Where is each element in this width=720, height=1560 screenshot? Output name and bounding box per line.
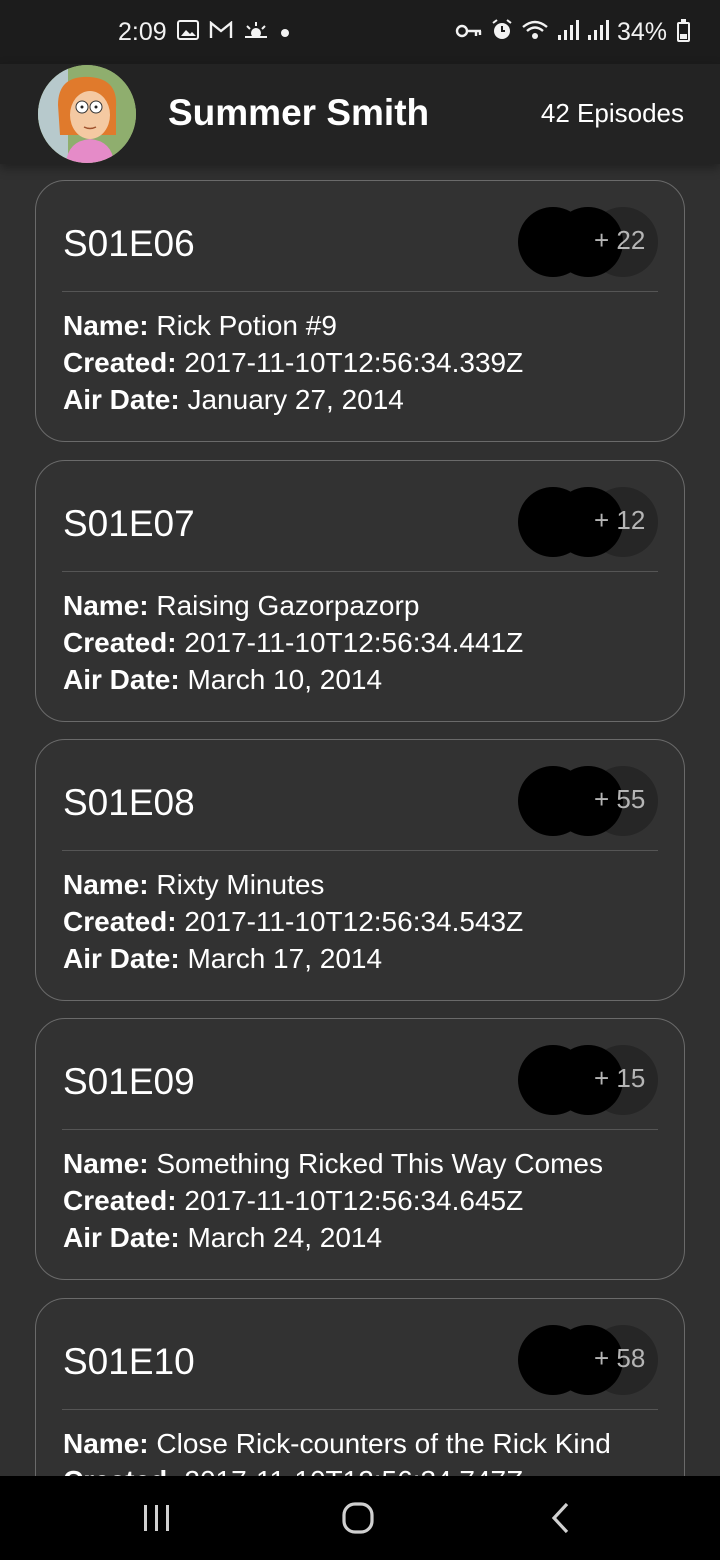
clock: 2:09 [118,17,167,46]
episode-code: S01E08 [63,782,195,823]
app-header: Summer Smith 42 Episodes [0,64,720,164]
episode-card[interactable]: S01E07 + 12 Name: Raising Gazorpazorp Cr… [35,460,685,722]
episode-air-date: March 24, 2014 [187,1222,383,1253]
created-label: Created: [63,906,177,937]
battery-icon [677,19,690,42]
recents-button[interactable] [107,1476,207,1560]
avatar[interactable] [38,65,136,163]
episode-details: Name: Rick Potion #9 Created: 2017-11-10… [63,307,523,418]
divider [62,571,658,572]
air-date-label: Air Date: [63,664,180,695]
episode-created: 2017-11-10T12:56:34.339Z [184,347,524,378]
divider [62,1409,658,1410]
episode-card[interactable]: S01E08 + 55 Name: Rixty Minutes Created:… [35,739,685,1001]
episode-air-date: March 10, 2014 [187,664,383,695]
name-label: Name: [63,869,149,900]
character-name: Summer Smith [168,92,430,133]
character-avatars[interactable]: + 58 [518,1325,658,1395]
episode-details: Name: Close Rick-counters of the Rick Ki… [63,1425,611,1476]
recents-icon [141,1503,173,1533]
status-bar: 2:09 34% [0,0,720,64]
more-characters-badge: + 12 [594,505,646,535]
episode-details: Name: Something Ricked This Way Comes Cr… [63,1145,603,1256]
episode-created: 2017-11-10T12:56:34.747Z [184,1465,523,1476]
more-characters-badge: + 22 [594,225,646,255]
name-label: Name: [63,1428,149,1459]
navigation-bar [0,1476,720,1560]
more-characters-badge: + 55 [594,784,646,814]
name-label: Name: [63,310,149,341]
episode-created: 2017-11-10T12:56:34.543Z [184,906,524,937]
dot-icon [279,22,291,43]
more-characters-badge: + 15 [594,1063,646,1093]
back-icon [549,1501,571,1535]
signal-icon [587,19,609,45]
episode-code: S01E09 [63,1061,195,1102]
air-date-label: Air Date: [63,943,180,974]
gmail-icon [209,20,233,43]
character-avatars[interactable]: + 12 [518,487,658,557]
name-label: Name: [63,1148,149,1179]
episode-details: Name: Raising Gazorpazorp Created: 2017-… [63,587,523,698]
episode-air-date: March 17, 2014 [187,943,383,974]
divider [62,850,658,851]
episode-created: 2017-11-10T12:56:34.645Z [184,1185,524,1216]
character-avatars[interactable]: + 15 [518,1045,658,1115]
episode-name: Something Ricked This Way Comes [156,1148,603,1179]
episode-list[interactable]: S01E06 + 22 Name: Rick Potion #9 Created… [0,164,720,1476]
created-label: Created: [63,1465,177,1476]
weather-icon [243,20,269,44]
episode-name: Raising Gazorpazorp [156,590,420,621]
episode-code: S01E07 [63,503,195,544]
episode-code: S01E10 [63,1341,195,1382]
episode-name: Rick Potion #9 [156,310,337,341]
vpn-key-icon [455,22,483,43]
status-left: 2:09 [118,0,291,64]
episode-name: Rixty Minutes [156,869,325,900]
air-date-label: Air Date: [63,1222,180,1253]
home-button[interactable] [308,1476,408,1560]
divider [62,291,658,292]
back-button[interactable] [510,1476,610,1560]
status-right: 34% [455,0,690,64]
created-label: Created: [63,347,177,378]
image-icon [176,20,199,44]
battery-percent: 34% [616,17,667,46]
home-icon [341,1501,375,1535]
alarm-icon [491,19,513,45]
created-label: Created: [63,1185,177,1216]
air-date-label: Air Date: [63,384,180,415]
episode-count: 42 Episodes [540,98,684,128]
more-characters-badge: + 58 [594,1343,646,1373]
episode-created: 2017-11-10T12:56:34.441Z [184,627,524,658]
character-avatars[interactable]: + 55 [518,766,658,836]
episode-card[interactable]: S01E10 + 58 Name: Close Rick-counters of… [35,1298,685,1476]
divider [62,1129,658,1130]
created-label: Created: [63,627,177,658]
episode-code: S01E06 [63,223,195,264]
episode-air-date: January 27, 2014 [187,384,404,415]
wifi-icon [521,19,549,45]
character-avatars[interactable]: + 22 [518,207,658,277]
episode-card[interactable]: S01E09 + 15 Name: Something Ricked This … [35,1018,685,1280]
episode-card[interactable]: S01E06 + 22 Name: Rick Potion #9 Created… [35,180,685,442]
episode-details: Name: Rixty Minutes Created: 2017-11-10T… [63,866,523,977]
name-label: Name: [63,590,149,621]
episode-name: Close Rick-counters of the Rick Kind [156,1428,611,1459]
signal-icon [557,19,579,45]
